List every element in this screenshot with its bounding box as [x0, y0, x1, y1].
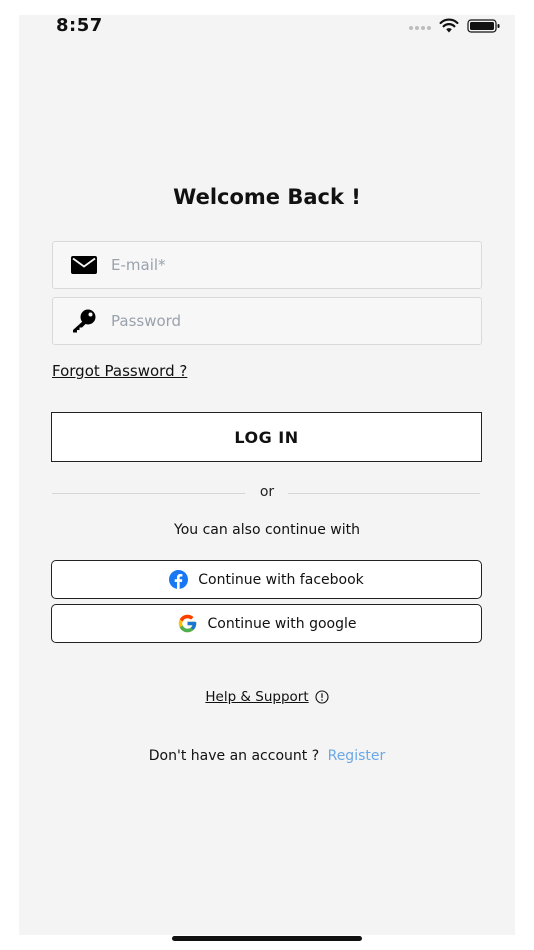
email-field[interactable]	[52, 241, 482, 289]
register-link[interactable]: Register	[328, 748, 386, 764]
status-icons	[409, 17, 501, 35]
info-icon[interactable]	[315, 690, 329, 704]
register-row: Don't have an account ? Register	[19, 748, 515, 764]
mail-icon	[69, 253, 99, 277]
divider-right	[288, 493, 480, 494]
key-icon	[69, 309, 99, 333]
password-input[interactable]	[109, 300, 481, 342]
login-button[interactable]: LOG IN	[51, 412, 482, 462]
continue-with-text: You can also continue with	[174, 522, 360, 538]
status-bar: 8:57	[19, 15, 515, 39]
password-field[interactable]	[52, 297, 482, 345]
page-title: Welcome Back !	[173, 185, 361, 209]
status-time: 8:57	[56, 15, 103, 36]
facebook-button-label: Continue with facebook	[198, 571, 364, 588]
facebook-button[interactable]: Continue with facebook	[51, 560, 482, 599]
google-icon	[178, 614, 196, 633]
google-button[interactable]: Continue with google	[51, 604, 482, 643]
divider-or-text: or	[259, 484, 275, 500]
help-support-row: Help & Support	[19, 689, 515, 705]
no-account-text: Don't have an account ?	[148, 748, 320, 764]
home-indicator[interactable]	[172, 936, 362, 941]
wifi-icon	[439, 18, 459, 33]
forgot-password-link[interactable]: Forgot Password ?	[52, 362, 187, 380]
facebook-icon	[169, 570, 189, 589]
app-screen: 8:57 Welcome Back ! E-mail* Forgot Passw…	[19, 15, 515, 935]
google-button-label: Continue with google	[207, 615, 357, 632]
battery-icon	[467, 19, 500, 33]
email-input[interactable]	[109, 244, 481, 286]
help-support-link[interactable]: Help & Support	[205, 689, 308, 705]
signal-dots-icon	[409, 26, 431, 30]
